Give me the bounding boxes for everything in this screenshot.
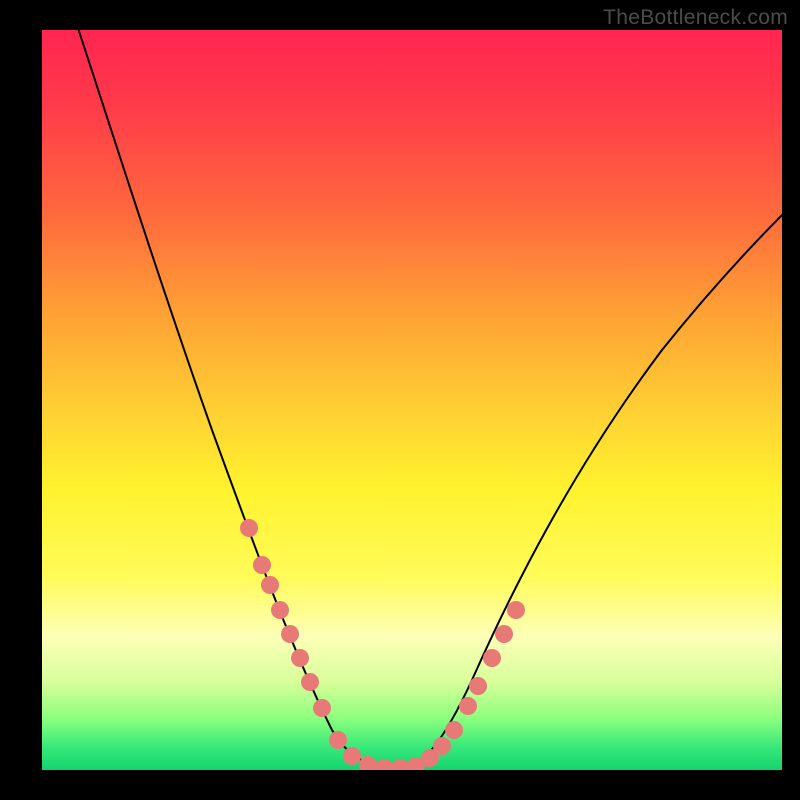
chart-overlay <box>42 30 782 770</box>
dot <box>459 697 477 715</box>
dot <box>445 721 463 739</box>
chart-frame: TheBottleneck.com <box>0 0 800 800</box>
dot <box>507 601 525 619</box>
dot <box>261 576 279 594</box>
dot <box>483 649 501 667</box>
scatter-dots <box>240 519 525 770</box>
dot <box>253 556 271 574</box>
dot <box>301 673 319 691</box>
dot <box>343 747 361 765</box>
dot <box>495 625 513 643</box>
dot <box>359 756 377 770</box>
dot <box>375 759 393 770</box>
dot <box>329 731 347 749</box>
dot <box>469 677 487 695</box>
dot <box>281 625 299 643</box>
dot <box>271 601 289 619</box>
dot <box>291 649 309 667</box>
dot <box>313 699 331 717</box>
dot <box>433 737 451 755</box>
bottleneck-curve <box>72 30 782 768</box>
dot <box>240 519 258 537</box>
dot <box>391 759 409 770</box>
watermark-text: TheBottleneck.com <box>603 6 788 30</box>
